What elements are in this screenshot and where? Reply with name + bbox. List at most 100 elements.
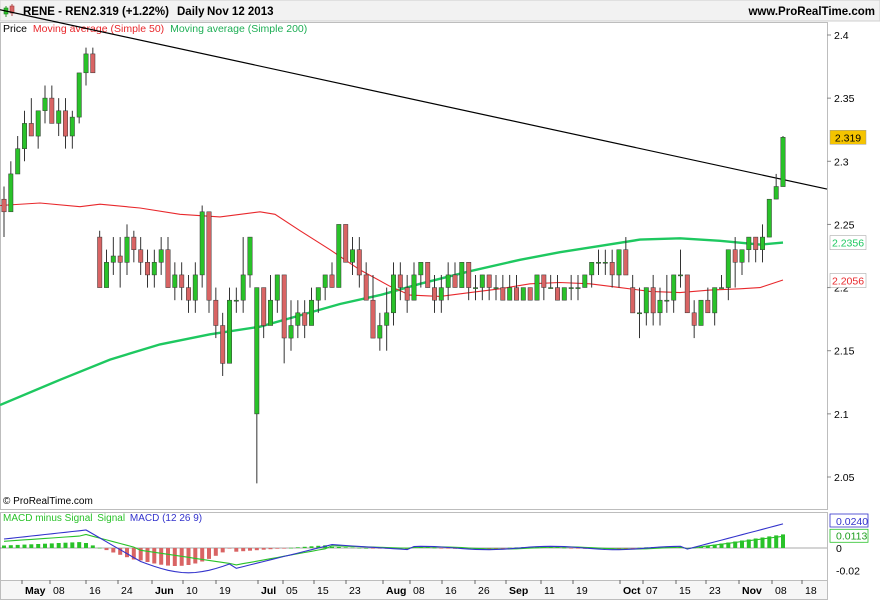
candle-body (104, 262, 109, 288)
macd-hist-bar (97, 547, 102, 549)
x-tick-label: 18 (805, 585, 817, 597)
x-tick-label: 10 (186, 585, 198, 597)
candle-body (261, 287, 267, 326)
candle-body (466, 262, 472, 288)
candle-body (117, 255, 123, 263)
candle-body (315, 287, 321, 301)
candle-body (268, 299, 273, 326)
candle-body (630, 287, 636, 314)
macd-hist-bar (152, 548, 157, 564)
macd-hist-bar (295, 547, 300, 548)
ticker-label: RENE - REN (23, 6, 89, 18)
candle-body (534, 274, 540, 301)
legend-ma200: Moving average (Simple 200) (170, 23, 307, 35)
candle-body (35, 110, 41, 137)
macd-hist-bar (432, 547, 437, 549)
candle-body (746, 236, 752, 250)
site-label[interactable]: www.ProRealTime.com (747, 6, 875, 18)
macd-tick-label: 0.0113 (836, 530, 867, 542)
candle-body (664, 299, 670, 302)
candle-body (438, 287, 444, 301)
macd-hist-bar (213, 548, 218, 556)
candle-body (732, 249, 738, 263)
candle-body (739, 249, 745, 263)
ma50-badge: 2.2056 (832, 275, 864, 287)
candle-body (90, 53, 96, 74)
candle-body (145, 262, 150, 276)
y-tick-label: 2.4 (834, 30, 849, 42)
x-tick-label: 16 (445, 585, 457, 597)
macd-tick-label: -0.02 (836, 566, 860, 578)
macd-hist-bar (207, 548, 211, 559)
last-price-badge: 2.319 (835, 132, 861, 144)
legend-macd-line: MACD (12 26 9) (130, 513, 202, 524)
candle-body (192, 274, 198, 301)
macd-hist-bar (494, 548, 498, 549)
macd-hist-bar (90, 545, 95, 548)
y-tick-label: 2.1 (834, 409, 849, 421)
macd-hist-bar (234, 548, 239, 552)
macd-hist-bar (309, 546, 314, 548)
price-legend: Price Moving average (Simple 50) Moving … (3, 23, 307, 35)
x-tick-label: 11 (544, 585, 555, 597)
chart-window: RENE - REN 2.319 (+1.22%) Daily Nov 12 2… (0, 0, 880, 600)
y-tick-label: 2.15 (834, 346, 855, 358)
candle-body (370, 299, 376, 339)
candle-body (773, 186, 779, 200)
candle-body (753, 236, 759, 250)
candle-body (705, 299, 711, 314)
candle-body (493, 287, 499, 289)
candle-body (596, 262, 601, 264)
macd-hist-bar (8, 545, 13, 548)
x-tick-label: Aug (386, 585, 406, 597)
macd-hist-bar (220, 548, 225, 553)
x-tick-label: 19 (219, 585, 231, 597)
candle-body (678, 274, 683, 277)
macd-hist-bar (439, 548, 444, 549)
candle-body (220, 325, 226, 364)
candle-body (363, 274, 369, 301)
macd-hist-bar (70, 542, 75, 548)
x-tick-label: 23 (709, 585, 721, 597)
candle-body (657, 299, 663, 314)
candle-body (274, 274, 280, 301)
candle-body (780, 137, 786, 187)
candle-body (329, 274, 335, 288)
candle-body (719, 287, 724, 289)
candle-body (83, 53, 89, 74)
macd-hist-bar (371, 548, 375, 549)
price-chart[interactable]: RENE - REN 2.319 (+1.22%) Daily Nov 12 2… (0, 0, 880, 600)
macd-hist-bar (623, 548, 628, 549)
macd-hist-bar (15, 544, 20, 548)
candle-body (418, 262, 424, 276)
candle-body (22, 123, 27, 149)
candle-body (691, 312, 697, 326)
macd-hist-bar (193, 548, 198, 564)
y-tick-label: 2.25 (834, 219, 855, 231)
macd-hist-bar (43, 543, 47, 548)
x-tick-label: Sep (509, 585, 528, 597)
candle-body (240, 274, 246, 301)
candle-body (602, 262, 608, 264)
y-tick-label: 2.05 (834, 472, 855, 484)
candle-body (520, 287, 526, 301)
candle-body (452, 274, 458, 288)
x-tick-label: May (25, 585, 46, 597)
candle-body (568, 287, 574, 289)
candle-body (295, 312, 301, 326)
candle-body (151, 262, 157, 276)
candle-body (507, 287, 513, 301)
candle-body (1, 198, 7, 213)
macd-tick-label: 0.0240 (836, 516, 868, 528)
macd-hist-bar (289, 547, 293, 549)
candle-body (138, 249, 144, 263)
candle-body (725, 249, 731, 288)
candle-body (609, 262, 615, 276)
candle-body (172, 274, 178, 288)
candle-body (63, 110, 68, 137)
macd-hist-bar (77, 542, 82, 548)
legend-ma50: Moving average (Simple 50) (33, 23, 164, 35)
candle-body (712, 287, 718, 314)
x-tick-label: 08 (413, 585, 425, 597)
candle-body (131, 236, 137, 250)
